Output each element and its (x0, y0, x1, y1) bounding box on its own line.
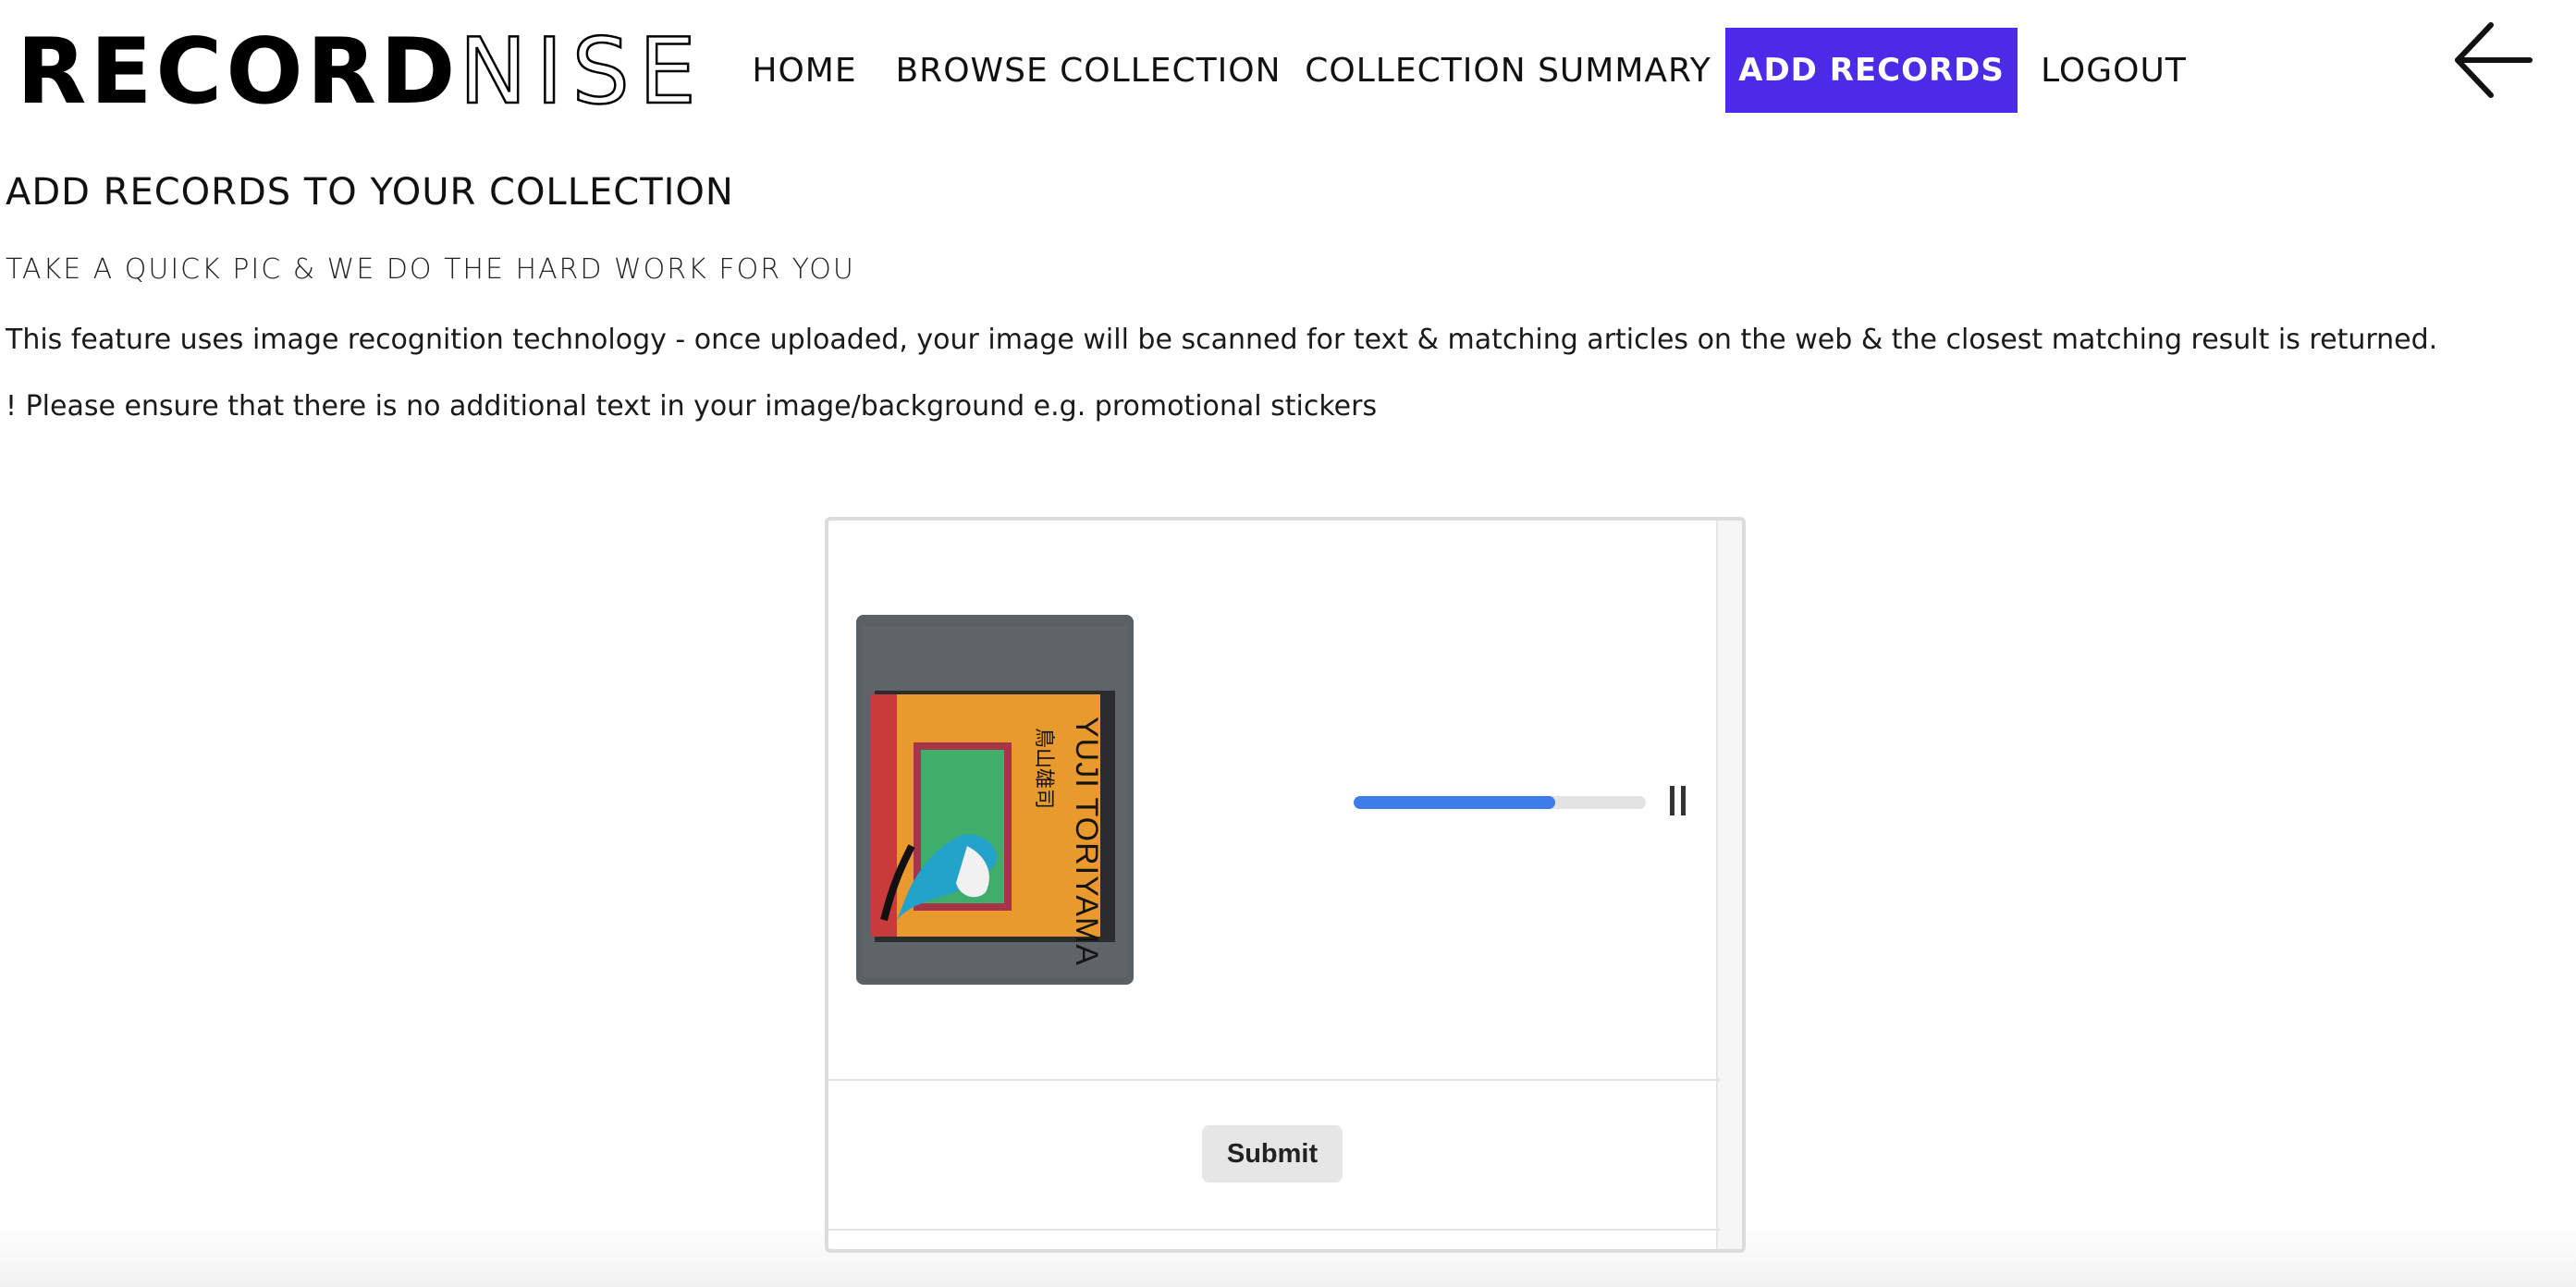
page-subtitle: TAKE A QUICK PIC & WE DO THE HARD WORK F… (6, 253, 855, 286)
nav-collection-summary[interactable]: COLLECTION SUMMARY (1305, 28, 1710, 113)
upload-progress-bar (1354, 796, 1646, 809)
brand-logo[interactable]: RECORD NISE (17, 19, 705, 125)
cover-title-text: YUJI TORIYAMA (1069, 717, 1104, 966)
image-warning: ! Please ensure that there is no additio… (6, 390, 1378, 423)
logo-text-light: NISE (458, 19, 705, 125)
upload-widget: YUJI TORIYAMA 鳥山雄司 Submit (825, 517, 1746, 1253)
submit-button[interactable]: Submit (1202, 1125, 1343, 1183)
nav-logout[interactable]: LOGOUT (2041, 28, 2186, 113)
nav-add-records[interactable]: ADD RECORDS (1725, 28, 2018, 113)
nav-home[interactable]: HOME (752, 28, 855, 113)
pause-icon[interactable] (1668, 786, 1688, 815)
page-title: ADD RECORDS TO YOUR COLLECTION (6, 171, 734, 214)
cover-japanese-text: 鳥山雄司 (1032, 728, 1055, 809)
arrow-left-icon[interactable] (2450, 18, 2533, 102)
logo-text-bold: RECORD (17, 19, 460, 125)
upload-progress-fill (1354, 796, 1556, 809)
album-photo: YUJI TORIYAMA 鳥山雄司 (856, 615, 1134, 985)
uploaded-image-thumbnail[interactable]: YUJI TORIYAMA 鳥山雄司 (856, 615, 1134, 985)
feature-description: This feature uses image recognition tech… (6, 324, 2438, 356)
nav-browse-collection[interactable]: BROWSE COLLECTION (895, 28, 1280, 113)
widget-scrollbar[interactable] (1716, 521, 1742, 1249)
